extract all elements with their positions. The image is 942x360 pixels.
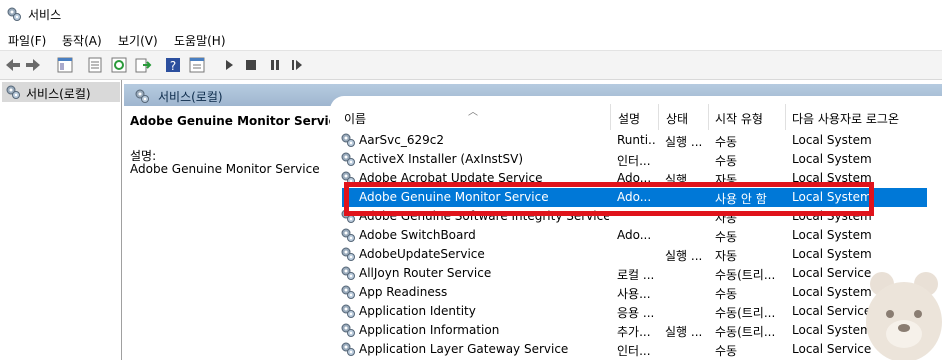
- service-logon-cell: Local System: [792, 228, 872, 242]
- service-name-cell: Application Identity: [359, 304, 476, 318]
- service-startup-cell: 자동: [715, 249, 738, 263]
- service-name-cell: AdobeUpdateService: [359, 247, 485, 261]
- service-gear-icon: [341, 285, 355, 299]
- selected-service-name: Adobe Genuine Monitor Service: [130, 114, 344, 128]
- column-divider[interactable]: [708, 104, 709, 130]
- service-startup-cell: 수동(트리...: [715, 306, 776, 320]
- service-desc-cell: Ado...: [617, 228, 652, 242]
- table-row[interactable]: App Readiness 사용... 수동 Local System: [340, 283, 888, 302]
- menu-file[interactable]: 파일(F): [8, 32, 46, 49]
- service-name-cell: ActiveX Installer (AxInstSV): [359, 152, 524, 166]
- services-list: ︿ 이름 설명 상태 시작 유형 다음 사용자로 로그온 AarSvc_629c…: [330, 96, 942, 360]
- properties-icon[interactable]: [86, 56, 104, 74]
- service-name-cell: AarSvc_629c2: [359, 133, 444, 147]
- table-row[interactable]: Application Layer Gateway Service 인터... 수동…: [340, 340, 888, 359]
- sort-ascending-icon: ︿: [468, 107, 478, 118]
- service-desc-cell: 로컬 ...: [617, 268, 655, 282]
- service-desc-cell: 인터...: [617, 344, 651, 358]
- tree-node-services-local[interactable]: 서비스(로컬): [2, 82, 120, 102]
- svg-text:?: ?: [170, 59, 176, 73]
- console-tree: 서비스(로컬): [0, 80, 122, 360]
- view-icon[interactable]: [188, 56, 206, 74]
- menu-action[interactable]: 동작(A): [62, 32, 102, 49]
- service-description: Adobe Genuine Monitor Service: [130, 162, 320, 176]
- title-bar: 서비스: [0, 0, 942, 28]
- service-gear-icon: [341, 266, 355, 280]
- service-details-panel: Adobe Genuine Monitor Service 설명: Adobe …: [124, 106, 344, 360]
- service-status-cell: 실행 ...: [665, 325, 703, 339]
- service-status-cell: 실행 ...: [665, 135, 703, 149]
- table-row[interactable]: AdobeUpdateService 실행 ... 자동 Local System: [340, 245, 888, 264]
- column-header-log-on-as[interactable]: 다음 사용자로 로그온: [792, 110, 899, 127]
- bear-watermark-icon: [866, 272, 942, 360]
- window-title: 서비스: [28, 8, 62, 22]
- resume-icon[interactable]: [288, 56, 306, 74]
- service-startup-cell: 수동: [715, 344, 738, 358]
- service-desc-cell: 응용 ...: [617, 306, 655, 320]
- table-row[interactable]: Application Identity 응용 ... 수동(트리... Local …: [340, 302, 888, 321]
- column-header-name[interactable]: 이름: [344, 110, 366, 127]
- tree-node-label: 서비스(로컬): [26, 87, 91, 101]
- column-header-status[interactable]: 상태: [666, 110, 688, 127]
- column-divider[interactable]: [658, 104, 659, 130]
- table-row[interactable]: Application Information 추가... 실행 ... 수동(트리.…: [340, 321, 888, 340]
- highlight-box: [344, 182, 874, 216]
- service-logon-cell: Local System: [792, 152, 872, 166]
- service-gear-icon: [341, 152, 355, 166]
- column-header-startup-type[interactable]: 시작 유형: [715, 110, 763, 127]
- service-desc-cell: 인터...: [617, 154, 651, 168]
- play-icon[interactable]: [220, 56, 238, 74]
- services-gear-icon: [6, 85, 20, 99]
- service-gear-icon: [341, 247, 355, 261]
- export-icon[interactable]: [134, 56, 152, 74]
- service-startup-cell: 수동: [715, 135, 738, 149]
- menu-view[interactable]: 보기(V): [118, 32, 158, 49]
- service-gear-icon: [341, 228, 355, 242]
- table-row[interactable]: ActiveX Installer (AxInstSV) 인터... 수동 Local…: [340, 150, 888, 169]
- service-name-cell: App Readiness: [359, 285, 448, 299]
- service-name-cell: Adobe SwitchBoard: [359, 228, 476, 242]
- service-logon-cell: Local System: [792, 133, 872, 147]
- service-desc-cell: 추가...: [617, 325, 651, 339]
- service-desc-cell: 사용...: [617, 287, 651, 301]
- menu-bar: 파일(F) 동작(A) 보기(V) 도움말(H): [0, 28, 942, 50]
- services-gear-icon: [7, 7, 21, 21]
- stop-icon[interactable]: [242, 56, 260, 74]
- service-status-cell: 실행 ...: [665, 249, 703, 263]
- forward-arrow-icon[interactable]: [24, 56, 42, 74]
- table-row[interactable]: AllJoyn Router Service 로컬 ... 수동(트리... Loca…: [340, 264, 888, 283]
- pane-header-label: 서비스(로컬): [158, 90, 223, 104]
- service-startup-cell: 수동(트리...: [715, 325, 776, 339]
- service-logon-cell: Local System: [792, 247, 872, 261]
- menu-help[interactable]: 도움말(H): [174, 32, 226, 49]
- service-name-cell: AllJoyn Router Service: [359, 266, 492, 280]
- table-row[interactable]: Adobe SwitchBoard Ado... 수동 Local System: [340, 226, 888, 245]
- service-startup-cell: 수동: [715, 287, 738, 301]
- column-divider[interactable]: [610, 104, 611, 130]
- pause-icon[interactable]: [266, 56, 284, 74]
- table-row[interactable]: AarSvc_629c2 Runti... 실행 ... 수동 Local System: [340, 131, 888, 150]
- help-icon[interactable]: ?: [164, 56, 182, 74]
- console-tree-icon[interactable]: [56, 56, 74, 74]
- service-startup-cell: 수동: [715, 230, 738, 244]
- toolbar: ?: [0, 50, 942, 80]
- service-gear-icon: [341, 323, 355, 337]
- service-startup-cell: 수동: [715, 154, 738, 168]
- column-header-description[interactable]: 설명: [618, 110, 640, 127]
- service-gear-icon: [341, 342, 355, 356]
- service-desc-cell: Runti...: [617, 133, 655, 147]
- refresh-icon[interactable]: [110, 56, 128, 74]
- service-gear-icon: [341, 133, 355, 147]
- service-gear-icon: [341, 304, 355, 318]
- service-startup-cell: 수동(트리...: [715, 268, 776, 282]
- services-gear-icon: [135, 89, 149, 103]
- service-name-cell: Application Layer Gateway Service: [359, 342, 569, 356]
- column-divider[interactable]: [785, 104, 786, 130]
- back-arrow-icon[interactable]: [4, 56, 22, 74]
- service-name-cell: Application Information: [359, 323, 500, 337]
